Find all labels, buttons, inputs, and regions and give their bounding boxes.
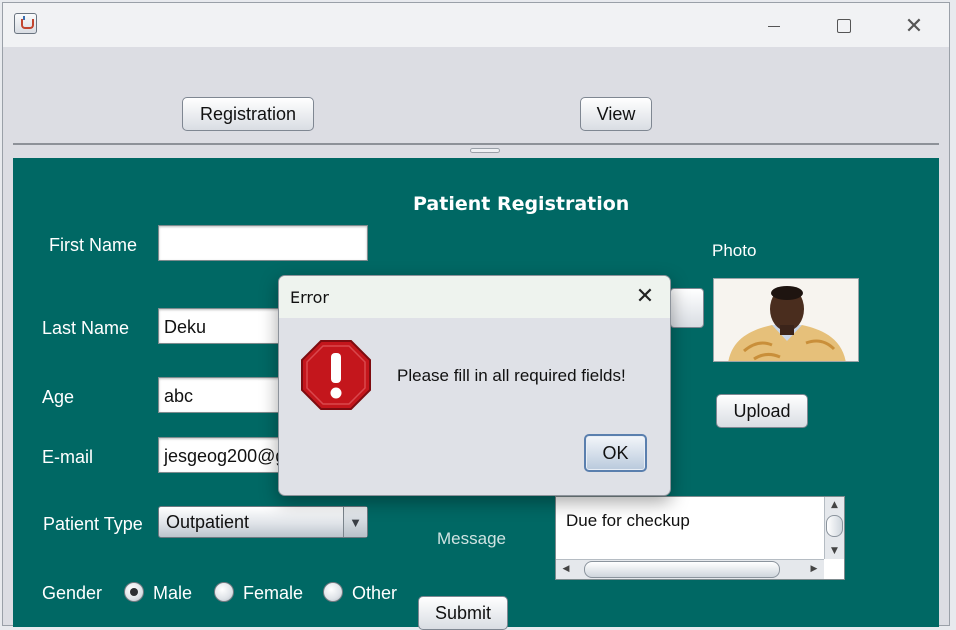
- scroll-right-icon[interactable]: ▶: [807, 563, 821, 576]
- close-icon: ✕: [904, 13, 924, 39]
- message-textarea[interactable]: Due for checkup ▲ ▼ ◀ ▶: [555, 496, 845, 580]
- gender-label: Gender: [42, 583, 103, 603]
- age-label: Age: [42, 387, 75, 407]
- patient-photo: [713, 278, 859, 362]
- scroll-down-icon[interactable]: ▼: [827, 545, 842, 557]
- error-icon: [301, 340, 371, 410]
- patient-type-label: Patient Type: [43, 514, 143, 534]
- minimize-button[interactable]: [751, 9, 797, 43]
- gender-other-radio[interactable]: [323, 582, 343, 602]
- gender-male-label[interactable]: Male: [153, 583, 192, 604]
- minimize-icon: [768, 25, 780, 27]
- vertical-scroll-thumb[interactable]: [826, 515, 843, 537]
- upload-button[interactable]: Upload: [716, 394, 808, 428]
- error-dialog: Error ✕ Please fill in all required fiel…: [278, 275, 671, 496]
- java-cup-icon: [14, 13, 37, 34]
- dialog-title: Error: [290, 288, 329, 307]
- gender-male-radio[interactable]: [124, 582, 144, 602]
- vertical-scrollbar[interactable]: ▲ ▼: [824, 497, 844, 559]
- gender-female-radio[interactable]: [214, 582, 234, 602]
- view-button[interactable]: View: [580, 97, 652, 131]
- message-text[interactable]: Due for checkup: [566, 511, 690, 531]
- gender-female-label[interactable]: Female: [243, 583, 303, 604]
- patient-type-select[interactable]: Outpatient ▼: [158, 506, 368, 538]
- message-label: Message: [437, 529, 506, 548]
- first-name-field[interactable]: [158, 225, 368, 261]
- split-divider[interactable]: [13, 143, 939, 155]
- date-picker-button[interactable]: [670, 288, 704, 328]
- scroll-left-icon[interactable]: ◀: [559, 563, 573, 576]
- registration-button[interactable]: Registration: [182, 97, 314, 131]
- maximize-button[interactable]: [821, 9, 867, 43]
- patient-photo-image: [714, 279, 858, 361]
- scroll-up-icon[interactable]: ▲: [827, 499, 842, 511]
- page-title: Patient Registration: [413, 193, 630, 215]
- maximize-icon: [837, 19, 851, 33]
- patient-type-value: Outpatient: [166, 512, 250, 532]
- gender-other-label[interactable]: Other: [352, 583, 397, 604]
- first-name-label: First Name: [49, 235, 138, 255]
- photo-label: Photo: [712, 241, 757, 260]
- dialog-message: Please fill in all required fields!: [397, 366, 626, 385]
- close-icon: ✕: [635, 284, 655, 309]
- dialog-title-bar: Error ✕: [279, 276, 670, 318]
- last-name-label: Last Name: [42, 318, 130, 338]
- dialog-close-button[interactable]: ✕: [631, 284, 659, 310]
- title-bar: ✕: [3, 3, 949, 47]
- email-label: E-mail: [42, 447, 94, 467]
- submit-button[interactable]: Submit: [418, 596, 508, 630]
- close-window-button[interactable]: ✕: [891, 9, 937, 43]
- ok-button[interactable]: OK: [584, 434, 647, 472]
- desktop: ✕ Registration View Patient Registration…: [0, 0, 956, 630]
- horizontal-scrollbar[interactable]: ◀ ▶: [556, 559, 824, 579]
- horizontal-scroll-thumb[interactable]: [584, 561, 780, 578]
- divider-grip-icon[interactable]: [470, 148, 500, 153]
- chevron-down-icon[interactable]: ▼: [343, 507, 367, 537]
- top-toolbar: Registration View: [3, 47, 949, 145]
